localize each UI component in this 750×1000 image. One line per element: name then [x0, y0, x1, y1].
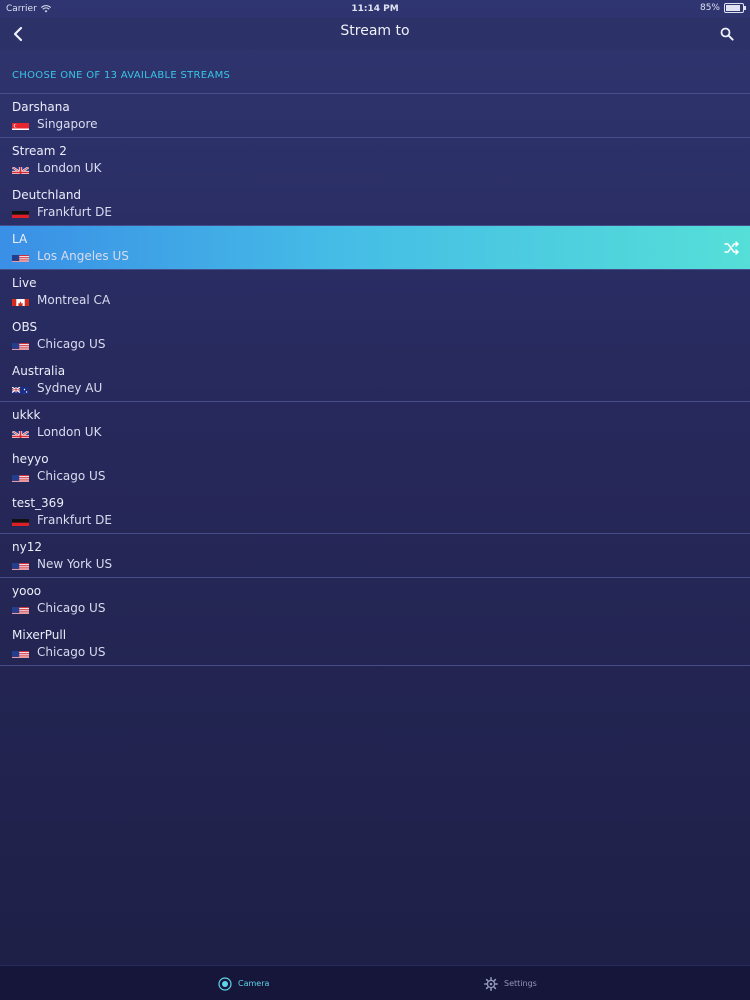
stream-row[interactable]: Stream 2 London UK	[0, 138, 750, 182]
stream-location-label: Frankfurt DE	[37, 205, 112, 219]
tab-settings-label: Settings	[504, 979, 537, 988]
stream-location: Frankfurt DE	[12, 513, 112, 527]
camera-icon	[218, 976, 232, 991]
stream-location-label: New York US	[37, 557, 113, 571]
stream-location: Los Angeles US	[12, 249, 129, 263]
battery-icon	[724, 3, 746, 13]
stream-name: Stream 2	[12, 144, 67, 158]
nav-bar: Stream to	[0, 18, 750, 50]
stream-name: OBS	[12, 320, 38, 334]
stream-name: Deutchland	[12, 188, 82, 202]
stream-row[interactable]: Australia Sydney AU	[0, 358, 750, 402]
stream-row[interactable]: Deutchland Frankfurt DE	[0, 182, 750, 226]
tab-bar: Camera Settings	[0, 965, 750, 1000]
stream-location: Singapore	[12, 117, 98, 131]
stream-name: yooo	[12, 584, 42, 598]
shuffle-icon[interactable]	[724, 240, 740, 256]
gear-icon	[484, 976, 498, 991]
stream-location: Montreal CA	[12, 293, 110, 307]
flag-de-icon	[12, 207, 29, 218]
stream-name: Australia	[12, 364, 66, 378]
tab-camera-label: Camera	[238, 979, 270, 988]
flag-us-icon	[12, 251, 29, 262]
screen: Carrier 11:14 PM 85% Stream to CHOOSE ON…	[0, 0, 750, 1000]
stream-location: Chicago US	[12, 601, 105, 615]
search-button[interactable]	[716, 23, 738, 45]
stream-location: Chicago US	[12, 645, 105, 659]
stream-row[interactable]: yooo Chicago US	[0, 578, 750, 622]
flag-sg-icon	[12, 119, 29, 130]
stream-location-label: Chicago US	[37, 469, 106, 483]
stream-name: Live	[12, 276, 37, 290]
battery-tip	[744, 6, 746, 10]
tab-camera[interactable]: Camera	[218, 966, 269, 1000]
stream-name: LA	[12, 232, 28, 246]
stream-name: ny12	[12, 540, 42, 554]
stream-location: Chicago US	[12, 469, 105, 483]
stream-location: Sydney AU	[12, 381, 102, 395]
stream-location-label: Singapore	[37, 117, 98, 131]
stream-location-label: Los Angeles US	[37, 249, 129, 263]
stream-row[interactable]: test_369 Frankfurt DE	[0, 490, 750, 534]
stream-row[interactable]: OBS Chicago US	[0, 314, 750, 358]
flag-us-icon	[12, 339, 29, 350]
stream-list: Darshana Singapore Stream 2 London UK Deut…	[0, 93, 750, 666]
flag-us-icon	[12, 603, 29, 614]
battery-fill	[726, 5, 740, 11]
stream-location-label: London UK	[37, 161, 102, 175]
flag-us-icon	[12, 647, 29, 658]
flag-us-icon	[12, 471, 29, 482]
stream-row[interactable]: LA Los Angeles US	[0, 226, 750, 270]
stream-location: Chicago US	[12, 337, 105, 351]
stream-location-label: Montreal CA	[37, 293, 111, 307]
stream-location-label: Frankfurt DE	[37, 513, 112, 527]
tab-settings[interactable]: Settings	[484, 966, 537, 1000]
stream-location-label: Chicago US	[37, 601, 106, 615]
search-icon	[720, 27, 734, 41]
stream-name: test_369	[12, 496, 64, 510]
stream-location-label: Sydney AU	[37, 381, 103, 395]
stream-name: Darshana	[12, 100, 70, 114]
stream-row[interactable]: ukkk London UK	[0, 402, 750, 446]
stream-row[interactable]: ny12 New York US	[0, 534, 750, 578]
stream-location-label: Chicago US	[37, 337, 106, 351]
stream-location: London UK	[12, 161, 101, 175]
battery: 85%	[699, 3, 746, 13]
battery-percent: 85%	[699, 3, 720, 13]
stream-location: New York US	[12, 557, 112, 571]
status-time: 11:14 PM	[351, 4, 399, 14]
stream-name: MixerPull	[12, 628, 67, 642]
stream-location-label: Chicago US	[37, 645, 106, 659]
stream-name: ukkk	[12, 408, 41, 422]
flag-de-icon	[12, 515, 29, 526]
status-bar: Carrier 11:14 PM 85%	[0, 0, 750, 18]
stream-row[interactable]: Darshana Singapore	[0, 94, 750, 138]
stream-location: Frankfurt DE	[12, 205, 112, 219]
stream-row[interactable]: heyyo Chicago US	[0, 446, 750, 490]
stream-row[interactable]: MixerPull Chicago US	[0, 622, 750, 666]
flag-uk-icon	[12, 163, 29, 174]
flag-ca-icon	[12, 295, 29, 306]
flag-uk-icon	[12, 427, 29, 438]
flag-au-icon	[12, 383, 29, 394]
page-title: Stream to	[340, 23, 410, 39]
stream-location-label: London UK	[37, 425, 102, 439]
flag-us-icon	[12, 559, 29, 570]
stream-name: heyyo	[12, 452, 49, 466]
stream-row[interactable]: Live Montreal CA	[0, 270, 750, 314]
section-header: CHOOSE ONE OF 13 AVAILABLE STREAMS	[12, 70, 231, 81]
stream-location: London UK	[12, 425, 101, 439]
